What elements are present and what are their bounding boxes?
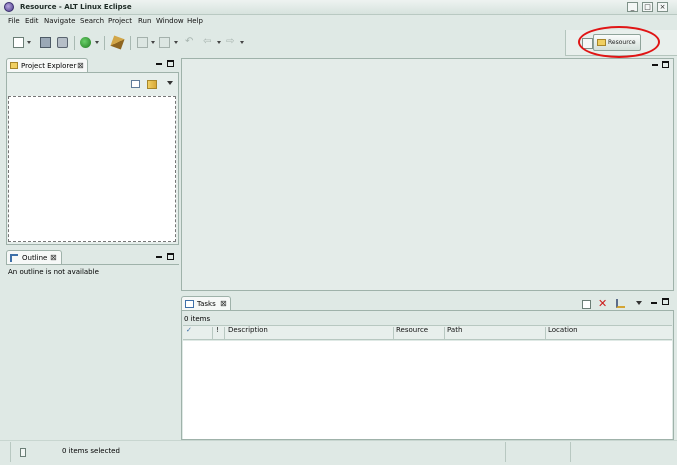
open-type-icon[interactable] [110, 35, 125, 50]
view-menu-icon[interactable] [167, 81, 173, 85]
column-location[interactable]: Location [548, 326, 578, 340]
minimize-icon[interactable] [652, 64, 658, 66]
project-explorer-tree[interactable] [8, 96, 176, 242]
menu-edit[interactable]: Edit [25, 17, 39, 25]
folder-icon [10, 62, 18, 69]
outline-icon [10, 254, 18, 262]
tab-project-explorer[interactable]: Project Explorer ⊠ [6, 58, 88, 72]
menu-project[interactable]: Project [108, 17, 132, 25]
title-bar: Resource - ALT Linux Eclipse _ □ × [0, 0, 677, 15]
tasks-count: 0 items [184, 315, 211, 323]
forward-icon[interactable]: ⇨ [226, 37, 237, 48]
tasks-icon [185, 300, 194, 308]
back-icon[interactable]: ⇦ [203, 37, 214, 48]
save-icon[interactable] [40, 37, 51, 48]
fast-view-icon[interactable] [20, 448, 26, 457]
link-with-editor-icon[interactable] [147, 80, 157, 89]
column-path[interactable]: Path [447, 326, 462, 340]
tab-tasks[interactable]: Tasks ⊠ [181, 296, 231, 310]
column-description[interactable]: Description [228, 326, 268, 340]
minimize-icon[interactable] [156, 256, 162, 258]
print-icon[interactable] [57, 37, 68, 48]
close-tab-icon[interactable]: ⊠ [50, 253, 57, 262]
tab-outline[interactable]: Outline ⊠ [6, 250, 62, 264]
project-explorer-label: Project Explorer [21, 62, 77, 70]
maximize-icon[interactable] [662, 61, 669, 68]
minimize-icon[interactable] [651, 302, 657, 304]
next-annotation-dropdown-icon[interactable] [151, 41, 155, 44]
close-window-button[interactable]: × [657, 2, 668, 12]
new-icon[interactable] [13, 37, 24, 48]
maximize-window-button[interactable]: □ [642, 2, 653, 12]
new-project-icon[interactable] [80, 37, 91, 48]
outline-panel [6, 264, 179, 440]
close-tab-icon[interactable]: ⊠ [77, 61, 84, 70]
new-project-dropdown-icon[interactable] [95, 41, 99, 44]
new-dropdown-icon[interactable] [27, 41, 31, 44]
last-edit-location-icon[interactable]: ↶ [185, 37, 196, 48]
eclipse-app-icon[interactable] [4, 2, 14, 12]
column-resource[interactable]: Resource [396, 326, 428, 340]
column-completed[interactable]: ✓ [186, 326, 192, 340]
maximize-icon[interactable] [662, 298, 669, 305]
menu-file[interactable]: File [8, 17, 20, 25]
editor-area [181, 58, 674, 291]
previous-annotation-icon[interactable] [159, 37, 170, 48]
delete-icon[interactable]: ✕ [598, 297, 607, 310]
column-priority[interactable]: ! [216, 326, 219, 340]
previous-annotation-dropdown-icon[interactable] [174, 41, 178, 44]
menu-window[interactable]: Window [156, 17, 184, 25]
view-menu-icon[interactable] [636, 301, 642, 305]
menu-run[interactable]: Run [138, 17, 151, 25]
close-tab-icon[interactable]: ⊠ [220, 299, 227, 308]
filter-icon[interactable] [616, 299, 625, 308]
next-annotation-icon[interactable] [137, 37, 148, 48]
menu-help[interactable]: Help [187, 17, 203, 25]
menu-navigate[interactable]: Navigate [44, 17, 75, 25]
highlight-ellipse [578, 26, 660, 58]
maximize-icon[interactable] [167, 253, 174, 260]
maximize-icon[interactable] [167, 60, 174, 67]
outline-message: An outline is not available [8, 268, 99, 276]
window-title: Resource - ALT Linux Eclipse [20, 3, 132, 11]
tasks-table-body[interactable] [183, 341, 672, 439]
back-dropdown-icon[interactable] [217, 41, 221, 44]
minimize-window-button[interactable]: _ [627, 2, 638, 12]
new-task-icon[interactable] [582, 300, 591, 309]
minimize-icon[interactable] [156, 63, 162, 65]
outline-label: Outline [22, 254, 48, 262]
collapse-all-icon[interactable] [131, 80, 140, 88]
tasks-label: Tasks [197, 300, 216, 308]
status-text: 0 items selected [62, 447, 120, 455]
menu-bar: File Edit Navigate Search Project Run Wi… [0, 15, 677, 28]
forward-dropdown-icon[interactable] [240, 41, 244, 44]
menu-search[interactable]: Search [80, 17, 104, 25]
